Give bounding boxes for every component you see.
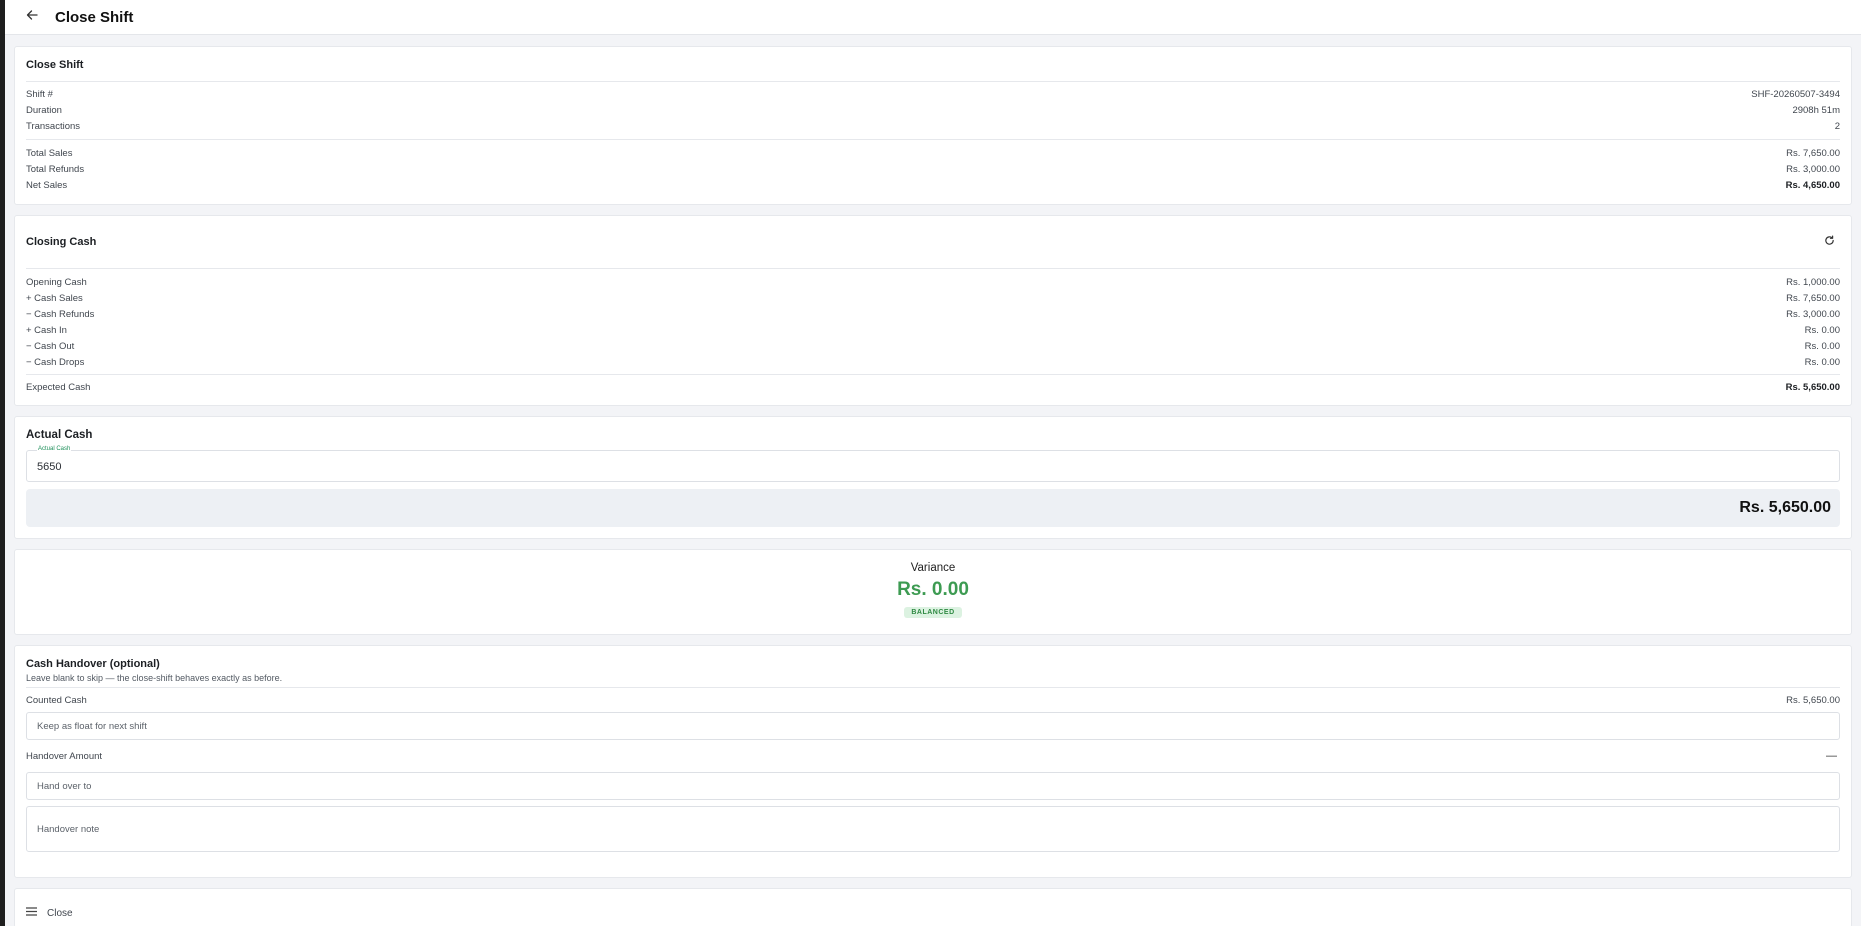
row-value: Rs. 7,650.00 (1786, 147, 1840, 159)
actual-cash-title: Actual Cash (26, 429, 93, 441)
shift-number-row: Shift # SHF-20260507-3494 (26, 86, 1840, 102)
actual-cash-input[interactable] (37, 451, 1668, 483)
opening-cash-row: Opening Cash Rs. 1,000.00 (26, 274, 1840, 290)
row-label: + Cash Sales (26, 292, 83, 304)
row-label: Opening Cash (26, 276, 87, 288)
handover-note-placeholder: Handover note (37, 823, 100, 835)
handover-amount-value[interactable]: — (1826, 750, 1840, 762)
row-value: 2908h 51m (1792, 104, 1840, 116)
hand-over-to-input[interactable]: Hand over to (26, 772, 1840, 800)
row-label: + Cash In (26, 324, 67, 336)
cash-out-row: − Cash Out Rs. 0.00 (26, 338, 1840, 354)
row-label: Total Refunds (26, 163, 85, 175)
page-title: Close Shift (55, 8, 134, 26)
closing-cash-card: Closing Cash Opening Cash Rs. 1,000.00 +… (14, 215, 1852, 406)
cash-refunds-row: − Cash Refunds Rs. 3,000.00 (26, 306, 1840, 322)
row-label: Handover Amount (26, 750, 103, 762)
cash-handover-card: Cash Handover (optional) Leave blank to … (14, 645, 1852, 878)
row-value: Rs. 4,650.00 (1785, 179, 1840, 191)
row-label: − Cash Drops (26, 356, 85, 368)
row-value: Rs. 5,650.00 (1785, 381, 1840, 393)
row-label: Expected Cash (26, 381, 91, 393)
row-value: Rs. 0.00 (1804, 356, 1840, 368)
status-badge: BALANCED (904, 607, 962, 618)
total-refunds-row: Total Refunds Rs. 3,000.00 (26, 161, 1840, 177)
close-label: Close (47, 907, 73, 919)
handover-amount-row: Handover Amount — (26, 740, 1840, 772)
expected-cash-row: Expected Cash Rs. 5,650.00 (26, 379, 1840, 395)
actual-cash-card: Actual Cash Actual Cash Rs. 5,650.00 (14, 416, 1852, 539)
row-value: Rs. 3,000.00 (1786, 308, 1840, 320)
sales-group: Total Sales Rs. 7,650.00 Total Refunds R… (26, 140, 1840, 193)
variance-label: Variance (910, 562, 956, 574)
row-value: Rs. 7,650.00 (1786, 292, 1840, 304)
cash-movements-group: Opening Cash Rs. 1,000.00 + Cash Sales R… (26, 269, 1840, 374)
row-label: − Cash Refunds (26, 308, 95, 320)
variance-card: Variance Rs. 0.00 BALANCED (14, 549, 1852, 635)
actual-cash-formatted: Rs. 5,650.00 (26, 489, 1840, 527)
handover-note-input[interactable]: Handover note (26, 806, 1840, 852)
row-label: Net Sales (26, 179, 68, 191)
cash-drops-row: − Cash Drops Rs. 0.00 (26, 354, 1840, 370)
arrow-left-icon (26, 8, 38, 26)
back-button[interactable] (15, 0, 49, 34)
close-action[interactable]: Close (26, 889, 1840, 926)
main-content: Close Shift Shift # SHF-20260507-3494 Du… (14, 46, 1852, 926)
row-value: Rs. 5,650.00 (1786, 694, 1840, 706)
total-sales-row: Total Sales Rs. 7,650.00 (26, 145, 1840, 161)
menu-icon (26, 907, 37, 919)
float-select[interactable]: Keep as float for next shift (26, 712, 1840, 740)
variance-amount: Rs. 0.00 (897, 579, 969, 600)
row-value: 2 (1834, 120, 1840, 132)
row-value: Rs. 3,000.00 (1786, 163, 1840, 175)
closing-cash-title: Closing Cash (26, 236, 97, 248)
closing-cash-header: Closing Cash (26, 216, 1840, 268)
row-label: Shift # (26, 88, 53, 100)
cash-sales-row: + Cash Sales Rs. 7,650.00 (26, 290, 1840, 306)
summary-title: Close Shift (26, 59, 84, 71)
top-bar: Close Shift (5, 0, 1861, 35)
counted-cash-row: Counted Cash Rs. 5,650.00 (26, 688, 1840, 712)
actual-cash-field: Actual Cash (26, 446, 1840, 483)
handover-title: Cash Handover (optional) (26, 658, 160, 670)
row-label: Total Sales (26, 147, 73, 159)
row-value: Rs. 0.00 (1804, 324, 1840, 336)
row-label: Duration (26, 104, 62, 116)
shift-summary-card: Close Shift Shift # SHF-20260507-3494 Du… (14, 46, 1852, 205)
float-select-value: Keep as float for next shift (37, 720, 147, 732)
refresh-icon (1824, 233, 1835, 251)
refresh-button[interactable] (1818, 231, 1840, 253)
row-value: SHF-20260507-3494 (1751, 88, 1840, 100)
bottom-actions-card: Close (14, 888, 1852, 926)
row-value: Rs. 1,000.00 (1786, 276, 1840, 288)
hand-over-to-placeholder: Hand over to (37, 780, 92, 792)
expected-group: Expected Cash Rs. 5,650.00 (26, 375, 1840, 395)
left-edge-strip (0, 0, 5, 926)
row-label: − Cash Out (26, 340, 75, 352)
row-label: Transactions (26, 120, 81, 132)
net-sales-row: Net Sales Rs. 4,650.00 (26, 177, 1840, 193)
cash-in-row: + Cash In Rs. 0.00 (26, 322, 1840, 338)
row-value: Rs. 0.00 (1804, 340, 1840, 352)
transactions-row: Transactions 2 (26, 118, 1840, 134)
shift-info-group: Shift # SHF-20260507-3494 Duration 2908h… (26, 82, 1840, 139)
handover-subtitle: Leave blank to skip — the close-shift be… (26, 673, 283, 683)
duration-row: Duration 2908h 51m (26, 102, 1840, 118)
row-label: Counted Cash (26, 694, 87, 706)
